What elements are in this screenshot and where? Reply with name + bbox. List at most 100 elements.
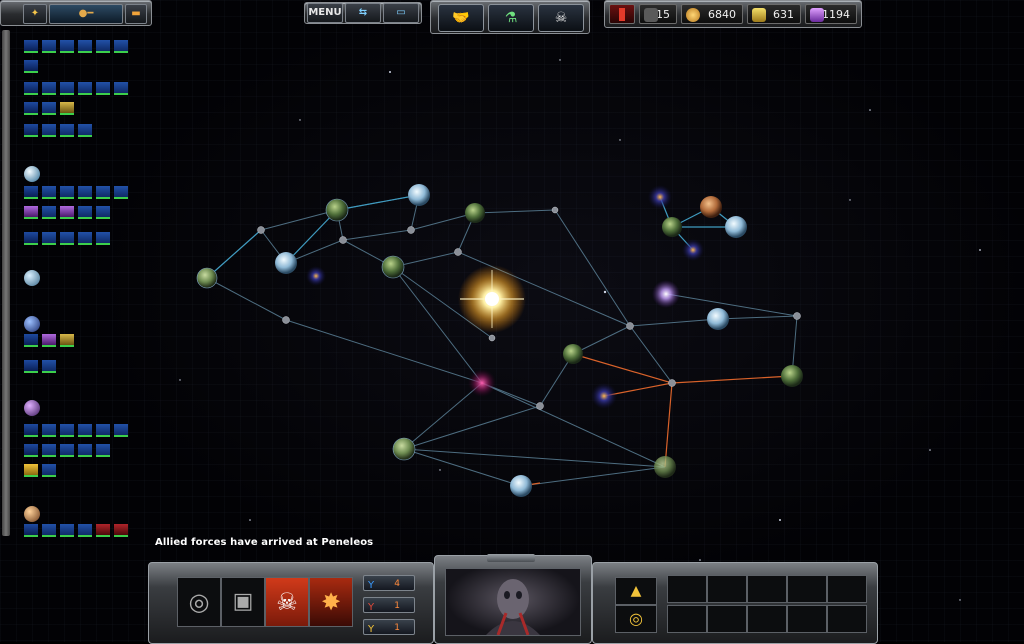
sun-star[interactable] — [458, 265, 526, 333]
credits-icon — [686, 8, 700, 22]
planet-node[interactable] — [700, 196, 722, 218]
research-count: 4 — [394, 579, 400, 589]
wormhole-anomaly[interactable] — [306, 266, 326, 286]
crystal-value: 1194 — [822, 8, 850, 21]
metal-counter[interactable]: 631 — [747, 4, 801, 24]
build-slot[interactable]: ☠ — [265, 577, 309, 627]
list-item[interactable] — [24, 464, 60, 478]
list-item[interactable] — [24, 232, 114, 246]
research-queue-item[interactable]: Y1 — [363, 597, 415, 613]
diplomacy-button[interactable]: 🤝 — [438, 4, 484, 32]
selected-unit-portrait[interactable] — [445, 568, 581, 636]
notification-message: Allied forces have arrived at Peneleos — [155, 537, 374, 548]
fleet-icon — [644, 8, 658, 22]
ion-storm-anomaly[interactable] — [652, 280, 680, 308]
planet-node[interactable] — [381, 255, 405, 279]
fleet-slot[interactable] — [827, 605, 867, 633]
flask-icon: ⚗ — [504, 10, 518, 26]
list-item[interactable] — [24, 82, 132, 96]
fleet-slot[interactable] — [707, 605, 747, 633]
planet-entry-icon[interactable] — [24, 270, 40, 286]
fleet-slot[interactable] — [667, 605, 707, 633]
credits-counter[interactable]: 6840 — [681, 4, 743, 24]
list-item[interactable] — [24, 186, 132, 200]
crystal-counter[interactable]: 1194 — [805, 4, 857, 24]
metal-icon — [752, 8, 766, 22]
folder-button[interactable]: ▬ — [125, 4, 147, 24]
wormhole-anomaly[interactable] — [682, 239, 704, 261]
planet-node[interactable] — [392, 437, 416, 461]
portrait-panel — [434, 554, 592, 644]
pirates-button[interactable]: ☠ — [538, 4, 584, 32]
research-count: 1 — [394, 601, 400, 611]
list-item[interactable] — [24, 444, 114, 458]
research-queue-item[interactable]: Y1 — [363, 619, 415, 635]
wormhole-anomaly[interactable] — [591, 383, 617, 409]
planet-node[interactable] — [662, 217, 682, 237]
skull-icon: ☠ — [554, 10, 568, 26]
handshake-icon: 🤝 — [452, 10, 470, 26]
list-item[interactable] — [24, 206, 114, 220]
planet-node[interactable] — [510, 475, 532, 497]
list-item[interactable] — [24, 334, 78, 348]
fleet-slot[interactable] — [707, 575, 747, 603]
portrait-tab[interactable] — [487, 554, 535, 562]
fleet-slot[interactable] — [667, 575, 707, 603]
planet-node[interactable] — [325, 198, 349, 222]
nebula-anomaly[interactable] — [468, 369, 496, 397]
planet-node[interactable] — [654, 456, 676, 478]
list-item[interactable] — [24, 102, 78, 116]
planet-entry-icon[interactable] — [24, 166, 40, 182]
planet-entry-icon[interactable] — [24, 506, 40, 522]
build-slot[interactable]: ◎ — [177, 577, 221, 627]
planet-node[interactable] — [725, 216, 747, 238]
planet-entry-icon[interactable] — [24, 400, 40, 416]
menu-button[interactable]: MENU — [307, 3, 343, 23]
planet-node[interactable] — [275, 252, 297, 274]
research-icon: Y — [368, 624, 375, 635]
research-queue-item[interactable]: Y4 — [363, 575, 415, 591]
research-button[interactable]: ⚗ — [488, 4, 534, 32]
planet-node[interactable] — [408, 184, 430, 206]
list-item[interactable] — [24, 60, 42, 74]
planet-entry-icon[interactable] — [24, 316, 40, 332]
planet-node[interactable] — [465, 203, 485, 223]
target-icon: ◎ — [188, 588, 210, 616]
planet-node[interactable] — [707, 308, 729, 330]
empire-tree-scrollbar[interactable] — [2, 30, 10, 536]
fleet-slot[interactable] — [787, 605, 827, 633]
spiral-icon: ◎ — [629, 609, 643, 628]
fleet-slot[interactable] — [787, 575, 827, 603]
target-button[interactable]: ◎ — [615, 605, 657, 633]
build-slot[interactable]: ✸ — [309, 577, 353, 627]
squad-icon: ▲ — [630, 583, 642, 599]
screenshot-button[interactable]: ▭ — [383, 3, 419, 23]
planet-icon: ●━ — [78, 8, 94, 19]
planet-node[interactable] — [563, 344, 583, 364]
fleet-list-button[interactable]: ⇆ — [345, 3, 381, 23]
wormhole-anomaly[interactable] — [648, 185, 672, 209]
background-stars — [179, 59, 981, 601]
list-item[interactable] — [24, 124, 96, 138]
fleet-supply-counter[interactable]: 215 — [639, 4, 677, 24]
empire-tree-button[interactable]: ●━ — [49, 4, 123, 24]
fleet-slot[interactable] — [747, 605, 787, 633]
research-icon: Y — [368, 580, 375, 591]
list-item[interactable] — [24, 360, 60, 374]
supply-indicator[interactable] — [609, 4, 635, 24]
list-item[interactable] — [24, 424, 132, 438]
squad-button[interactable]: ▲ — [615, 577, 657, 605]
planet-node[interactable] — [196, 267, 218, 289]
build-slot[interactable]: ▣ — [221, 577, 265, 627]
resource-panel: 215 6840 631 1194 — [604, 0, 862, 28]
diplomacy-panel: 🤝 ⚗ ☠ — [430, 0, 590, 34]
pin-button[interactable]: ✦ — [23, 4, 47, 24]
list-item[interactable] — [24, 40, 132, 54]
list-item[interactable] — [24, 524, 132, 538]
planet-node[interactable] — [781, 365, 803, 387]
fleet-slot[interactable] — [747, 575, 787, 603]
credits-value: 6840 — [708, 8, 736, 21]
fleet-slot[interactable] — [827, 575, 867, 603]
phase-lanes — [206, 194, 798, 487]
galaxy-map[interactable] — [0, 0, 1024, 642]
